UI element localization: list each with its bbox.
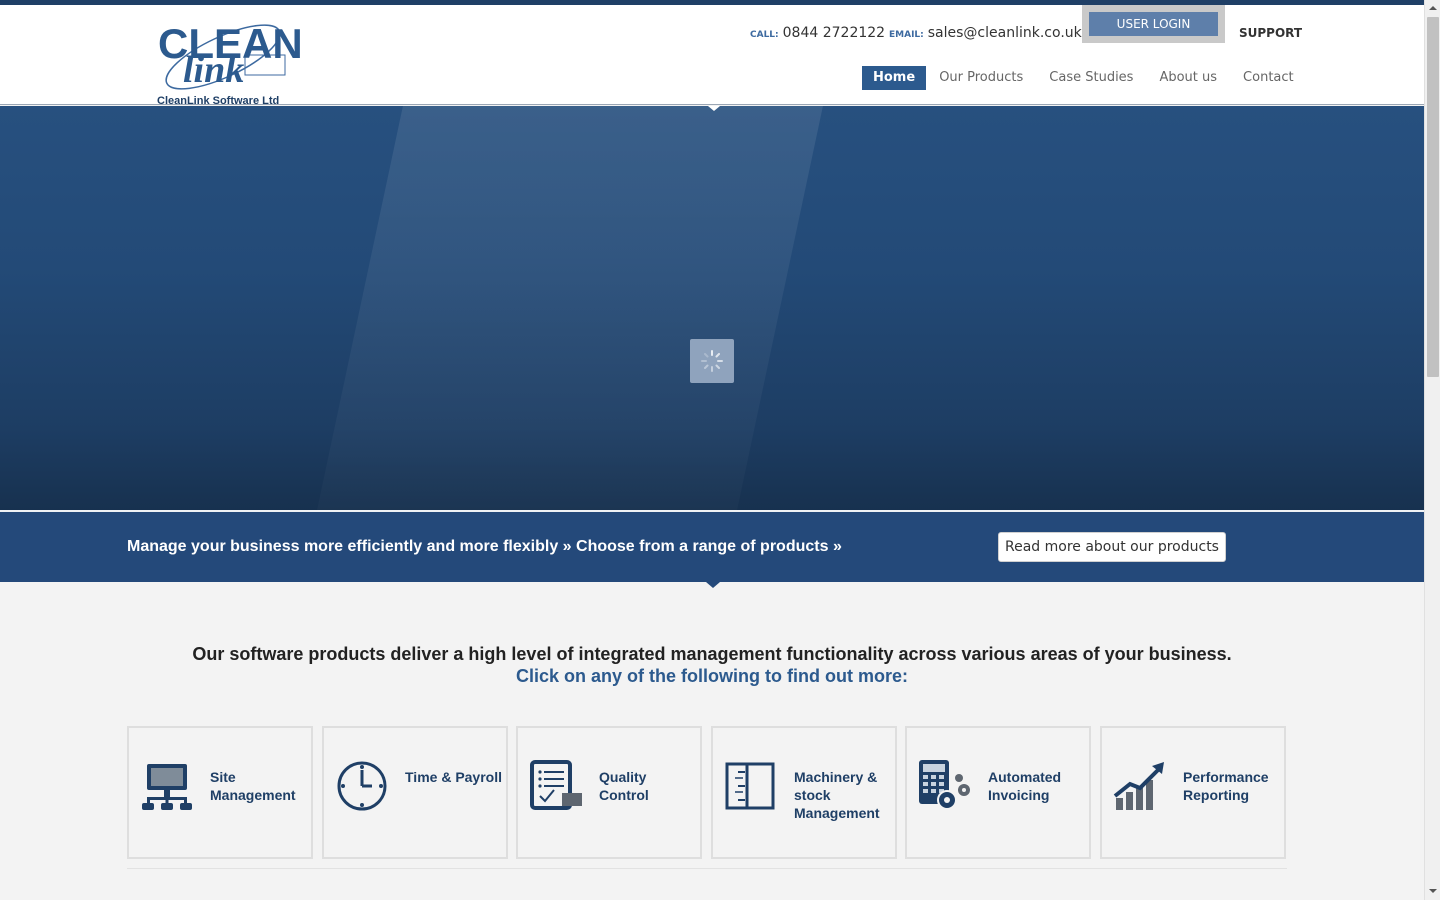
read-more-products-button[interactable]: Read more about our products [998,532,1226,562]
clock-icon [337,761,387,811]
product-label: Quality Control [599,769,649,803]
banner-pointer [706,582,720,588]
email-address[interactable]: sales@cleanlink.co.uk [928,25,1082,41]
product-card-time-payroll[interactable]: Time & Payroll [322,726,508,859]
vertical-scrollbar[interactable] [1424,0,1440,900]
product-label: Performance Reporting [1183,769,1269,803]
call-label: CALL: [750,30,779,40]
nav-our-products[interactable]: Our Products [926,66,1036,90]
product-grid: Site Management Time & Payroll Quality C… [127,726,1287,859]
email-contact: EMAIL: sales@cleanlink.co.uk [889,25,1082,41]
growth-chart-icon [1113,762,1164,810]
product-card-automated-invoicing[interactable]: Automated Invoicing [905,726,1091,859]
intro-heading: Our software products deliver a high lev… [192,644,1232,664]
loading-spinner-icon [690,339,734,383]
nav-about-us[interactable]: About us [1146,66,1230,90]
phone-number: 0844 2722122 [782,25,886,41]
product-label: Machinery & stock Management [794,769,880,821]
product-label: Automated Invoicing [988,769,1062,803]
scroll-up-arrow-icon[interactable] [1425,0,1440,17]
product-card-performance-reporting[interactable]: Performance Reporting [1100,726,1286,859]
user-login-button[interactable]: USER LOGIN [1089,12,1218,36]
phone-contact: CALL: 0844 2722122 [750,25,885,41]
hero-slider[interactable] [0,106,1424,510]
login-box: USER LOGIN [1082,5,1225,43]
support-link[interactable]: SUPPORT [1239,26,1302,40]
product-card-quality-control[interactable]: Quality Control [516,726,702,859]
calculator-gears-icon [919,760,970,810]
page: CLEAN link CleanLink Software Ltd CALL: 0… [0,0,1424,900]
product-card-site-management[interactable]: Site Management [127,726,313,859]
scroll-down-arrow-icon[interactable] [1425,883,1440,900]
site-header: CLEAN link CleanLink Software Ltd CALL: 0… [0,5,1424,108]
banner-text[interactable]: Manage your business more efficiently an… [127,538,842,556]
site-logo[interactable]: CLEAN link CleanLink Software Ltd [155,13,303,108]
nav-home[interactable]: Home [862,66,927,90]
main-nav: Home Our Products Case Studies About us … [862,66,1307,90]
section-divider [127,868,1287,869]
hero-glare [317,106,823,510]
product-label: Site Management [210,769,296,803]
logo-word-link: link [183,49,245,91]
nav-case-studies[interactable]: Case Studies [1036,66,1146,90]
intro-subheading: Click on any of the following to find ou… [516,666,908,686]
email-label: EMAIL: [889,30,924,40]
binder-icon [725,762,775,810]
header-pointer [708,106,720,111]
checklist-icon [530,760,582,810]
nav-contact[interactable]: Contact [1230,66,1307,90]
product-card-machinery-stock[interactable]: Machinery & stock Management [711,726,897,859]
promo-banner: Manage your business more efficiently an… [0,510,1424,582]
product-label: Time & Payroll [405,769,503,785]
scroll-thumb[interactable] [1427,17,1439,377]
network-computer-icon [142,764,192,810]
